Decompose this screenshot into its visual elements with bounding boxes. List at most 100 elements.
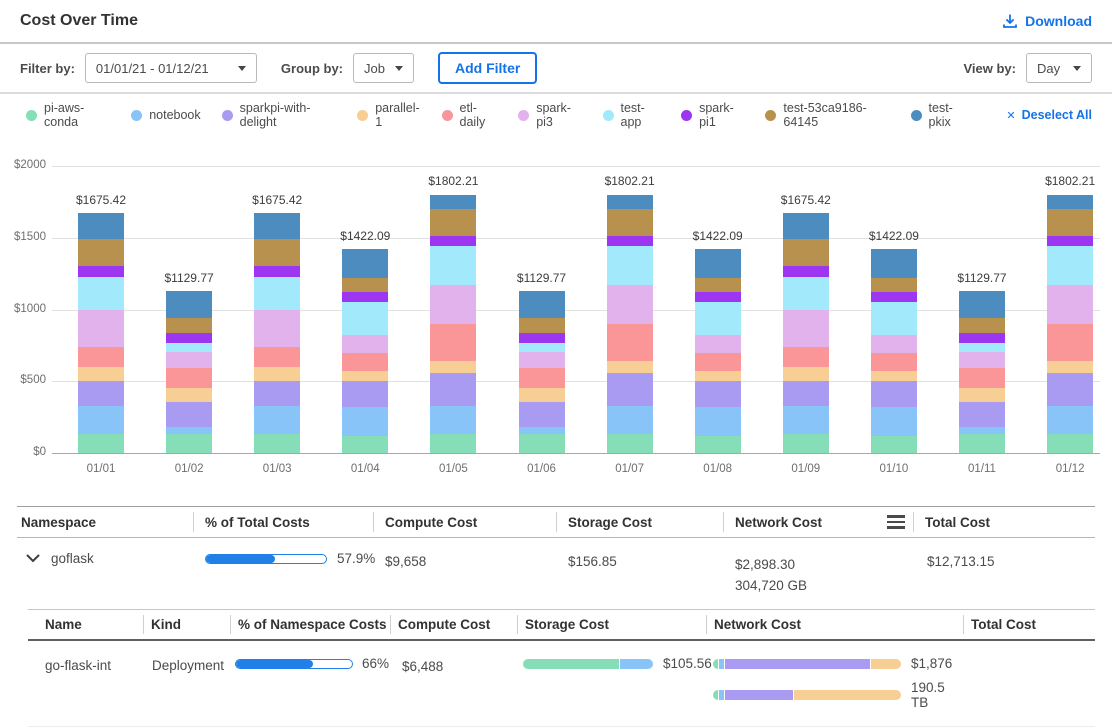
chart-bar-01/02[interactable]	[166, 291, 212, 453]
chart-bar-01/01[interactable]	[78, 213, 124, 453]
column-menu-icon[interactable]	[887, 513, 905, 531]
bar-segment-pi-aws-conda	[430, 434, 476, 453]
bar-segment-test-53ca9186-64145	[607, 209, 653, 236]
bar-segment-parallel-1	[783, 367, 829, 381]
table-row-goflask[interactable]: goflask 57.9% $9,658 $156.85 $2,898.30 3…	[17, 538, 1095, 609]
workload-kind: Deployment	[143, 656, 230, 673]
bar-total-label: $1675.42	[231, 193, 323, 207]
bar-segment-test-53ca9186-64145	[166, 318, 212, 332]
bar-segment-pi-aws-conda	[1047, 434, 1093, 453]
bar-segment-spark-pi3	[254, 310, 300, 347]
bar-segment-notebook	[519, 427, 565, 434]
group-by-value: Job	[364, 61, 385, 76]
legend-item-sparkpi-with-delight[interactable]: sparkpi-with-delight	[222, 101, 337, 129]
bar-segment-test-53ca9186-64145	[430, 209, 476, 236]
bar-segment-etl-daily	[430, 324, 476, 361]
bar-segment-test-app	[166, 343, 212, 352]
bar-segment-sparkpi-with-delight	[78, 381, 124, 405]
bar-segment-pi-aws-conda	[519, 434, 565, 453]
legend-item-spark-pi1[interactable]: spark-pi1	[681, 101, 744, 129]
chart-bar-01/05[interactable]	[430, 195, 476, 454]
x-axis-tick-label: 01/01	[65, 463, 137, 475]
table-row-go-flask-int[interactable]: go-flask-int Deployment 66% $6,488 $105.…	[28, 641, 1095, 727]
col-total: Total Cost	[963, 610, 1095, 639]
legend-item-notebook[interactable]: notebook	[131, 108, 200, 122]
bar-segment-parallel-1	[695, 371, 741, 381]
col-network: Network Cost	[723, 507, 913, 537]
legend-item-pi-aws-conda[interactable]: pi-aws-conda	[26, 101, 110, 129]
bar-segment-test-app	[959, 343, 1005, 352]
bar-segment-spark-pi1	[166, 333, 212, 344]
legend-item-spark-pi3[interactable]: spark-pi3	[518, 101, 581, 129]
legend-item-test-pkix[interactable]: test-pkix	[911, 101, 970, 129]
group-by-select[interactable]: Job	[353, 53, 414, 83]
bar-segment-spark-pi1	[1047, 236, 1093, 246]
legend-item-test-app[interactable]: test-app	[603, 101, 661, 129]
bar-segment-notebook	[166, 427, 212, 434]
namespace-cell[interactable]: goflask	[17, 551, 193, 566]
bar-total-label: $1422.09	[672, 229, 764, 243]
bar-segment-spark-pi1	[695, 292, 741, 302]
bar-segment-test-pkix	[871, 249, 917, 278]
bar-segment-sparkpi-with-delight	[607, 373, 653, 406]
col-network: Network Cost	[706, 610, 963, 639]
bar-segment-test-53ca9186-64145	[871, 278, 917, 292]
compute-cost-value: $9,658	[373, 551, 556, 569]
bar-total-label: $1675.42	[55, 193, 147, 207]
bar-segment-etl-daily	[342, 353, 388, 372]
bar-segment-test-53ca9186-64145	[519, 318, 565, 332]
deselect-all-button[interactable]: ✕ Deselect All	[1006, 108, 1092, 122]
chart-bar-01/12[interactable]	[1047, 195, 1093, 454]
bar-segment-test-app	[1047, 246, 1093, 285]
chart-bar-01/10[interactable]	[871, 249, 917, 453]
bar-segment-pi-aws-conda	[959, 434, 1005, 453]
progress-bar	[235, 659, 353, 669]
bar-segment-parallel-1	[166, 388, 212, 402]
download-icon	[1002, 13, 1018, 29]
chevron-down-icon[interactable]	[26, 554, 40, 563]
col-storage: Storage Cost	[517, 610, 706, 639]
bar-segment-test-app	[342, 302, 388, 335]
bar-segment-etl-daily	[1047, 324, 1093, 361]
view-by-select[interactable]: Day	[1026, 53, 1092, 83]
bar-segment-sparkpi-with-delight	[871, 381, 917, 407]
chart-bar-01/08[interactable]	[695, 249, 741, 453]
namespace-name: goflask	[51, 551, 94, 566]
bar-segment-pi-aws-conda	[695, 436, 741, 453]
legend-item-etl-daily[interactable]: etl-daily	[442, 101, 498, 129]
date-range-select[interactable]: 01/01/21 - 01/12/21	[85, 53, 257, 83]
cost-table: Namespace % of Total Costs Compute Cost …	[17, 506, 1095, 727]
bar-segment-spark-pi1	[342, 292, 388, 302]
chart-bar-01/07[interactable]	[607, 195, 653, 454]
bar-segment-parallel-1	[430, 361, 476, 372]
bar-segment-notebook	[78, 406, 124, 435]
chevron-down-icon	[1073, 66, 1081, 71]
bar-segment-sparkpi-with-delight	[1047, 373, 1093, 406]
network-cost-cell: $2,898.30 304,720 GB	[723, 551, 913, 596]
bar-segment-test-53ca9186-64145	[1047, 209, 1093, 236]
add-filter-button[interactable]: Add Filter	[438, 52, 537, 84]
y-axis-tick-label: $0	[0, 446, 46, 458]
chart-bar-01/03[interactable]	[254, 213, 300, 453]
col-name: Name	[28, 610, 143, 639]
x-axis-tick-label: 01/03	[241, 463, 313, 475]
bar-segment-notebook	[342, 407, 388, 436]
y-axis-tick-label: $2000	[0, 159, 46, 171]
chart-bar-01/04[interactable]	[342, 249, 388, 453]
bar-segment-pi-aws-conda	[78, 434, 124, 453]
download-button[interactable]: Download	[1002, 13, 1092, 29]
bar-segment-etl-daily	[871, 353, 917, 372]
bar-total-label: $1129.77	[143, 271, 235, 285]
chart-bar-01/11[interactable]	[959, 291, 1005, 453]
bar-segment-spark-pi3	[519, 352, 565, 368]
bar-segment-sparkpi-with-delight	[519, 402, 565, 427]
bar-segment-notebook	[430, 406, 476, 435]
namespace-detail-table: Name Kind % of Namespace Costs Compute C…	[28, 609, 1095, 727]
legend-item-test-53ca9186-64145[interactable]: test-53ca9186-64145	[765, 101, 889, 129]
chart-bar-01/09[interactable]	[783, 213, 829, 453]
chart-bar-01/06[interactable]	[519, 291, 565, 453]
bar-segment-parallel-1	[607, 361, 653, 372]
legend-label: test-pkix	[929, 101, 970, 129]
legend-item-parallel-1[interactable]: parallel-1	[357, 101, 420, 129]
legend-dot	[442, 110, 453, 121]
